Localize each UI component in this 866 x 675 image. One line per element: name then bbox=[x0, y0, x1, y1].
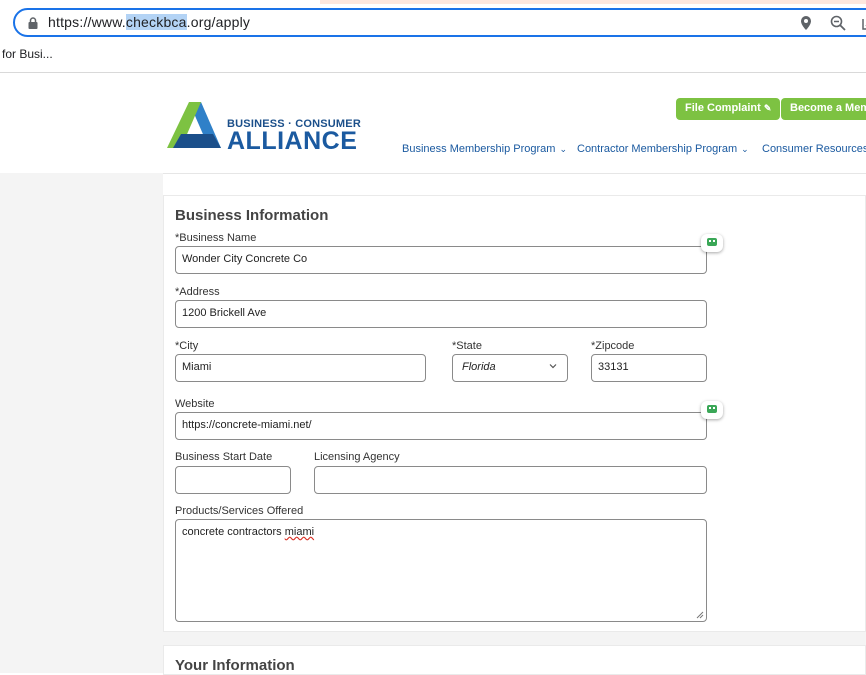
zipcode-input[interactable]: 33131 bbox=[591, 354, 707, 382]
zoom-out-icon[interactable] bbox=[830, 15, 846, 31]
logo-main-text: ALLIANCE bbox=[227, 127, 358, 155]
become-member-label: Become a Membe bbox=[790, 102, 866, 114]
your-information-card: Your Information bbox=[163, 645, 866, 675]
state-select[interactable]: Florida bbox=[452, 354, 568, 382]
business-start-date-label: Business Start Date bbox=[175, 451, 273, 463]
password-manager-icon[interactable] bbox=[701, 401, 723, 419]
location-pin-icon[interactable] bbox=[799, 15, 813, 31]
nav-business-membership[interactable]: Business Membership Program ⌄ bbox=[402, 143, 567, 155]
address-input[interactable]: 1200 Brickell Ave bbox=[175, 300, 707, 328]
browser-chrome: https://www.checkbca.org/apply for Busi.… bbox=[0, 0, 866, 73]
edit-icon: ✎ bbox=[763, 103, 772, 113]
share-icon[interactable] bbox=[861, 15, 866, 31]
business-name-input[interactable]: Wonder City Concrete Co bbox=[175, 246, 707, 274]
site-header: BUSINESS · CONSUMER ALLIANCE File Compla… bbox=[0, 73, 866, 173]
bookmark-item[interactable]: for Busi... bbox=[2, 47, 53, 61]
file-complaint-button[interactable]: File Complaint ✎ bbox=[676, 98, 781, 120]
section-title: Business Information bbox=[175, 207, 329, 224]
url-text[interactable]: https://www.checkbca.org/apply bbox=[48, 14, 250, 30]
address-label: *Address bbox=[175, 286, 220, 298]
file-complaint-label: File Complaint bbox=[685, 102, 761, 114]
nav-consumer-resources[interactable]: Consumer Resources bbox=[762, 143, 866, 155]
lock-icon[interactable] bbox=[27, 17, 39, 29]
products-services-textarea[interactable]: concrete contractors miami bbox=[175, 519, 707, 622]
city-input[interactable]: Miami bbox=[175, 354, 426, 382]
licensing-agency-label: Licensing Agency bbox=[314, 451, 400, 463]
chevron-down-icon: ⌄ bbox=[559, 144, 567, 154]
become-member-button[interactable]: Become a Membe bbox=[781, 98, 866, 120]
state-label: *State bbox=[452, 340, 482, 352]
logo-triangle-icon bbox=[167, 102, 221, 148]
spellcheck-word: miami bbox=[284, 526, 315, 538]
website-input[interactable]: https://concrete-miami.net/ bbox=[175, 412, 707, 440]
business-name-label: *Business Name bbox=[175, 232, 257, 244]
address-bar[interactable]: https://www.checkbca.org/apply bbox=[13, 8, 866, 37]
tab-strip bbox=[320, 0, 866, 4]
zipcode-label: *Zipcode bbox=[591, 340, 635, 352]
website-label: Website bbox=[175, 398, 215, 410]
licensing-agency-input[interactable] bbox=[314, 466, 707, 494]
business-information-card: Business Information *Business Name Wond… bbox=[163, 195, 866, 632]
password-manager-icon[interactable] bbox=[701, 234, 723, 252]
state-select-value: Florida bbox=[462, 361, 496, 373]
city-label: *City bbox=[175, 340, 199, 352]
chevron-down-icon bbox=[549, 364, 557, 369]
chevron-down-icon: ⌄ bbox=[741, 144, 749, 154]
nav-contractor-membership[interactable]: Contractor Membership Program ⌄ bbox=[577, 143, 749, 155]
bca-logo[interactable]: BUSINESS · CONSUMER ALLIANCE bbox=[165, 100, 365, 156]
business-start-date-input[interactable] bbox=[175, 466, 291, 494]
header-divider bbox=[163, 173, 866, 195]
products-services-label: Products/Services Offered bbox=[175, 505, 304, 517]
your-information-title: Your Information bbox=[175, 657, 295, 674]
resize-handle-icon[interactable] bbox=[696, 611, 704, 619]
